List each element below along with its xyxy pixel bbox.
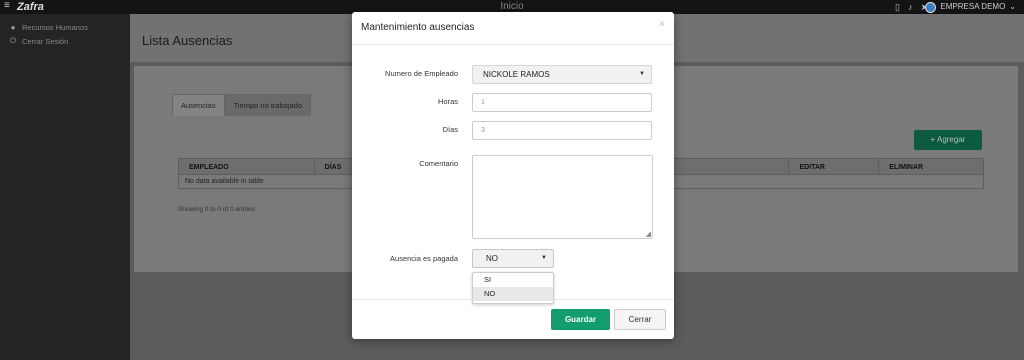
user-icon: ● <box>10 22 16 32</box>
paid-select[interactable]: NO ▼ <box>472 249 554 268</box>
comment-textarea[interactable]: ◢ <box>472 155 653 239</box>
company-avatar <box>925 1 937 13</box>
sidebar: ● Recursos Humanos ⏻ Cerrar Sesión <box>0 14 130 360</box>
employee-select[interactable]: NICKOLE RAMOS ▼ <box>472 65 652 84</box>
chevron-down-icon: ⌄ <box>1009 2 1016 11</box>
option-si[interactable]: SI <box>473 273 553 287</box>
company-name: EMPRESA DEMO <box>940 2 1006 11</box>
employee-value: NICKOLE RAMOS <box>483 70 550 79</box>
page-title: Lista Ausencias <box>142 33 233 48</box>
power-icon: ⏻ <box>9 36 17 45</box>
column-header-empleado[interactable]: EMPLEADO <box>179 159 315 174</box>
caret-down-icon: ▼ <box>639 71 645 77</box>
employee-label: Numero de Empleado <box>385 69 458 78</box>
sidebar-item-label: Recursos Humanos <box>22 22 88 32</box>
days-label: Días <box>442 125 458 134</box>
sidebar-item-cerrar-sesion[interactable]: ⏻ Cerrar Sesión <box>0 34 130 48</box>
cancel-button[interactable]: Cerrar <box>614 309 666 330</box>
column-header-eliminar[interactable]: ELIMINAR <box>879 159 983 174</box>
modal-title: Mantenimiento ausencias <box>361 22 475 33</box>
save-button[interactable]: Guardar <box>551 309 610 330</box>
caret-down-icon: ▼ <box>541 255 547 261</box>
company-menu[interactable]: EMPRESA DEMO ⌄ <box>925 0 1016 14</box>
resize-handle-icon[interactable]: ◢ <box>646 231 651 238</box>
column-header-editar[interactable]: EDITAR <box>789 159 880 174</box>
comment-label: Comentario <box>419 159 458 168</box>
hours-input[interactable]: 1 <box>472 93 652 112</box>
tabs: Ausencias Tiempo no trabajado <box>172 94 312 116</box>
bell-icon[interactable]: ♪ <box>908 1 913 13</box>
paid-value: NO <box>486 254 498 263</box>
modal-header: Mantenimiento ausencias × <box>352 12 674 45</box>
absence-modal: Mantenimiento ausencias × Numero de Empl… <box>352 12 674 339</box>
tab-ausencias[interactable]: Ausencias <box>172 94 225 116</box>
modal-footer: Guardar Cerrar <box>352 299 674 339</box>
hours-label: Horas <box>437 97 458 106</box>
close-icon[interactable]: × <box>659 19 665 30</box>
phone-icon[interactable]: ▯ <box>895 1 900 13</box>
top-icons: ▯ ♪ ➤ <box>895 1 928 13</box>
sidebar-item-label: Cerrar Sesión <box>22 36 69 46</box>
add-button[interactable]: + Agregar <box>914 130 982 150</box>
tab-tiempo-no-trabajado[interactable]: Tiempo no trabajado <box>224 94 312 116</box>
table-info: Showing 0 to 0 of 0 entries <box>178 206 255 213</box>
days-input[interactable]: 3 <box>472 121 652 140</box>
sidebar-item-recursos-humanos[interactable]: ● Recursos Humanos <box>0 20 130 34</box>
paid-label: Ausencia es pagada <box>390 254 458 263</box>
